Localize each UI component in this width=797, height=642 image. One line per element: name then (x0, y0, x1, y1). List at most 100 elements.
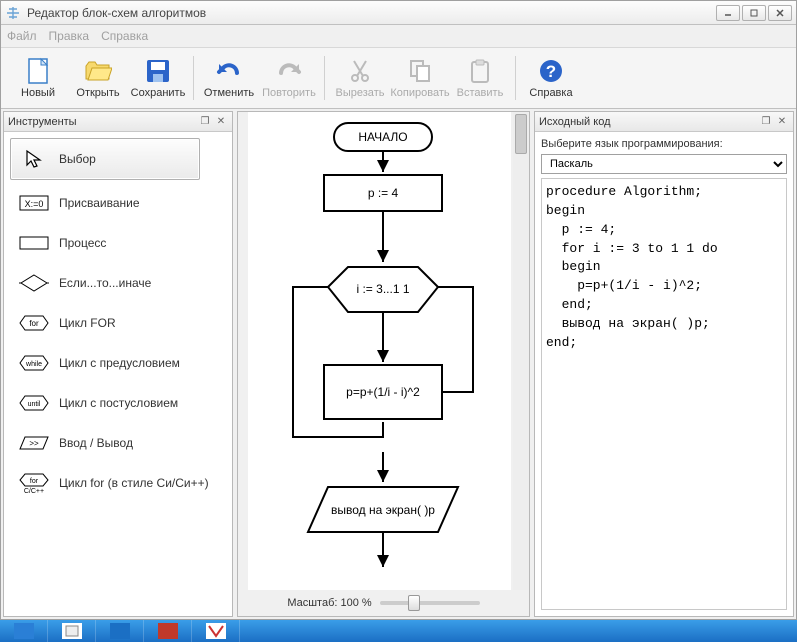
help-icon: ? (537, 57, 565, 85)
app-window: Редактор блок-схем алгоритмов Файл Правк… (0, 0, 797, 620)
zoom-bar: Масштаб: 100 % (238, 590, 529, 616)
panel-close-icon[interactable]: ✕ (214, 115, 228, 129)
tool-while-label: Цикл с предусловием (59, 356, 180, 370)
svg-text:C/C++: C/C++ (24, 488, 44, 494)
scroll-thumb[interactable] (515, 114, 527, 154)
tool-ifelse[interactable]: Если...то...иначе (10, 266, 226, 300)
svg-text:X:=0: X:=0 (25, 199, 44, 209)
source-panel: Исходный код ❐ ✕ Выберите язык программи… (534, 111, 794, 617)
tool-until[interactable]: until Цикл с постусловием (10, 386, 226, 420)
open-label: Открыть (76, 87, 119, 99)
cut-label: Вырезать (336, 87, 385, 99)
tools-panel: Инструменты ❐ ✕ Выбор X:=0 Присваивание … (3, 111, 233, 617)
tool-for-label: Цикл FOR (59, 316, 116, 330)
tools-panel-title: Инструменты (8, 116, 196, 128)
svg-text:for: for (30, 478, 39, 485)
assign-icon: X:=0 (19, 193, 49, 213)
node-assign[interactable]: p := 4 (323, 174, 443, 212)
undock-icon[interactable]: ❐ (759, 115, 773, 129)
help-button[interactable]: ? Справка (522, 50, 580, 106)
menu-edit[interactable]: Правка (49, 29, 90, 43)
zoom-slider-thumb[interactable] (408, 595, 420, 611)
tool-assign-label: Присваивание (59, 196, 140, 210)
tools-panel-header: Инструменты ❐ ✕ (4, 112, 232, 132)
os-taskbar (0, 620, 797, 642)
copy-button[interactable]: Копировать (391, 50, 449, 106)
canvas-viewport: i := 3...1 1 вывод на экран( )p НАЧАЛО p… (238, 112, 529, 590)
tool-ifelse-label: Если...то...иначе (59, 276, 151, 290)
cfor-icon: for C/C++ (19, 473, 49, 493)
language-select[interactable]: Паскаль (541, 154, 787, 174)
tool-while[interactable]: while Цикл с предусловием (10, 346, 226, 380)
svg-text:while: while (25, 361, 42, 368)
tool-assign[interactable]: X:=0 Присваивание (10, 186, 226, 220)
app-icon (5, 5, 21, 21)
svg-text:>>: >> (29, 439, 39, 448)
maximize-button[interactable] (742, 5, 766, 21)
tool-process[interactable]: Процесс (10, 226, 226, 260)
paste-label: Вставить (457, 87, 504, 99)
taskbar-item[interactable] (192, 620, 240, 642)
new-button[interactable]: Новый (9, 50, 67, 106)
tool-until-label: Цикл с постусловием (59, 396, 178, 410)
svg-text:for: for (29, 319, 39, 328)
redo-icon (275, 57, 303, 85)
tool-io[interactable]: >> Ввод / Вывод (10, 426, 226, 460)
until-icon: until (19, 393, 49, 413)
new-label: Новый (21, 87, 55, 99)
undock-icon[interactable]: ❐ (198, 115, 212, 129)
window-title: Редактор блок-схем алгоритмов (27, 6, 716, 20)
node-start[interactable]: НАЧАЛО (333, 122, 433, 152)
taskbar-item[interactable] (144, 620, 192, 642)
tool-for[interactable]: for Цикл FOR (10, 306, 226, 340)
open-button[interactable]: Открыть (69, 50, 127, 106)
toolbar-separator (324, 56, 325, 100)
while-icon: while (19, 353, 49, 373)
loop-text: i := 3...1 1 (356, 282, 409, 296)
scissors-icon (346, 57, 374, 85)
menu-file[interactable]: Файл (7, 29, 37, 43)
node-body[interactable]: p=p+(1/i - i)^2 (323, 364, 443, 420)
save-button[interactable]: Сохранить (129, 50, 187, 106)
svg-text:until: until (28, 401, 41, 408)
tool-cfor[interactable]: forC/C++ Цикл for (в стиле Си/Си++) (10, 466, 226, 500)
undo-label: Отменить (204, 87, 254, 99)
diamond-icon (19, 273, 49, 293)
taskbar-item[interactable] (0, 620, 48, 642)
toolbar-separator (193, 56, 194, 100)
tool-process-label: Процесс (59, 236, 106, 250)
copy-icon (406, 57, 434, 85)
svg-text:?: ? (546, 62, 556, 81)
zoom-label: Масштаб: 100 % (287, 597, 371, 609)
canvas-panel: i := 3...1 1 вывод на экран( )p НАЧАЛО p… (237, 111, 530, 617)
menu-help[interactable]: Справка (101, 29, 148, 43)
source-panel-title: Исходный код (539, 116, 757, 128)
help-label: Справка (529, 87, 572, 99)
language-label: Выберите язык программирования: (541, 138, 787, 150)
flowchart-canvas[interactable]: i := 3...1 1 вывод на экран( )p НАЧАЛО p… (248, 112, 511, 590)
close-button[interactable] (768, 5, 792, 21)
io-icon: >> (19, 433, 49, 453)
undo-button[interactable]: Отменить (200, 50, 258, 106)
open-folder-icon (84, 57, 112, 85)
canvas-vscrollbar[interactable] (513, 112, 529, 590)
taskbar-item[interactable] (96, 620, 144, 642)
source-code[interactable]: procedure Algorithm; begin p := 4; for i… (541, 178, 787, 610)
paste-button[interactable]: Вставить (451, 50, 509, 106)
copy-label: Копировать (390, 87, 449, 99)
titlebar: Редактор блок-схем алгоритмов (1, 1, 796, 25)
panel-close-icon[interactable]: ✕ (775, 115, 789, 129)
tool-select[interactable]: Выбор (10, 138, 200, 180)
for-icon: for (19, 313, 49, 333)
save-label: Сохранить (131, 87, 186, 99)
save-disk-icon (144, 57, 172, 85)
taskbar-item[interactable] (48, 620, 96, 642)
tool-select-label: Выбор (59, 152, 96, 166)
redo-button[interactable]: Повторить (260, 50, 318, 106)
new-file-icon (24, 57, 52, 85)
minimize-button[interactable] (716, 5, 740, 21)
tool-list: Выбор X:=0 Присваивание Процесс Если...т… (4, 132, 232, 616)
toolbar: Новый Открыть Сохранить Отменить Повтори… (1, 47, 796, 109)
cut-button[interactable]: Вырезать (331, 50, 389, 106)
zoom-slider[interactable] (380, 601, 480, 605)
